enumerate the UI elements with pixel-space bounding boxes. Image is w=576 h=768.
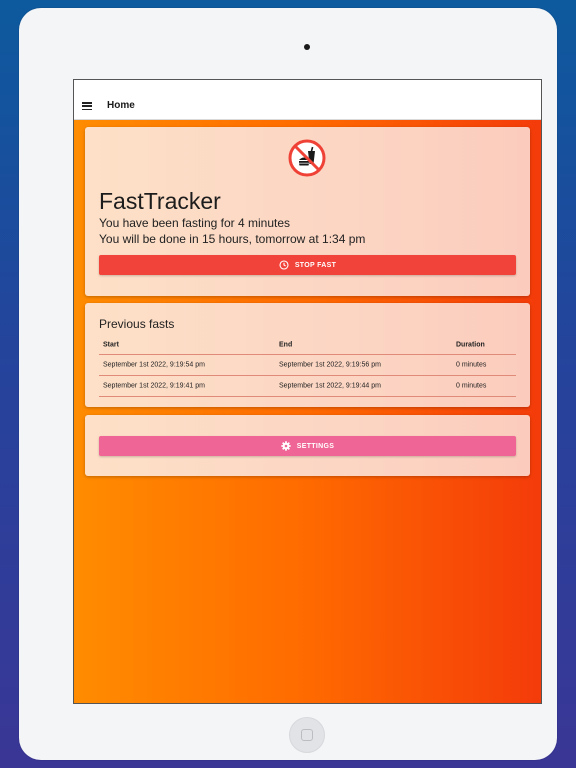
cell-start: September 1st 2022, 9:19:54 pm [103, 361, 205, 369]
camera [304, 44, 310, 50]
previous-fasts-card: Previous fasts Start End Duration Septem… [85, 303, 530, 407]
app-screen: Home FastTracker You have been fasting f… [73, 79, 542, 704]
cell-duration: 0 minutes [456, 382, 487, 390]
gear-icon [281, 441, 291, 451]
column-header-end: End [279, 341, 293, 349]
page-title: Home [107, 100, 135, 111]
app-bar: Home [74, 80, 541, 120]
settings-label: SETTINGS [296, 442, 335, 450]
cell-end: September 1st 2022, 9:19:44 pm [279, 382, 381, 390]
table-row: September 1st 2022, 9:19:41 pm September… [99, 376, 516, 397]
settings-button[interactable]: SETTINGS [99, 436, 516, 456]
status-card: FastTracker You have been fasting for 4 … [85, 127, 530, 296]
column-header-start: Start [103, 341, 119, 349]
cell-duration: 0 minutes [456, 361, 487, 369]
fasting-elapsed-text: You have been fasting for 4 minutes [99, 216, 291, 230]
app-name: FastTracker [99, 188, 221, 214]
home-button[interactable] [289, 717, 325, 753]
fasting-end-text: You will be done in 15 hours, tomorrow a… [99, 232, 366, 246]
tablet-frame: Home FastTracker You have been fasting f… [19, 8, 557, 760]
previous-fasts-table: Start End Duration September 1st 2022, 9… [99, 336, 516, 397]
stop-fast-button[interactable]: STOP FAST [99, 255, 516, 275]
menu-icon[interactable] [82, 102, 92, 111]
clock-icon [279, 260, 289, 270]
settings-card: SETTINGS [85, 415, 530, 476]
column-header-duration: Duration [456, 341, 485, 349]
table-row: September 1st 2022, 9:19:54 pm September… [99, 355, 516, 376]
cell-start: September 1st 2022, 9:19:41 pm [103, 382, 205, 390]
stop-fast-label: STOP FAST [294, 261, 337, 269]
no-food-icon [288, 139, 326, 177]
cell-end: September 1st 2022, 9:19:56 pm [279, 361, 381, 369]
table-header-row: Start End Duration [99, 336, 516, 355]
previous-fasts-title: Previous fasts [99, 317, 175, 331]
